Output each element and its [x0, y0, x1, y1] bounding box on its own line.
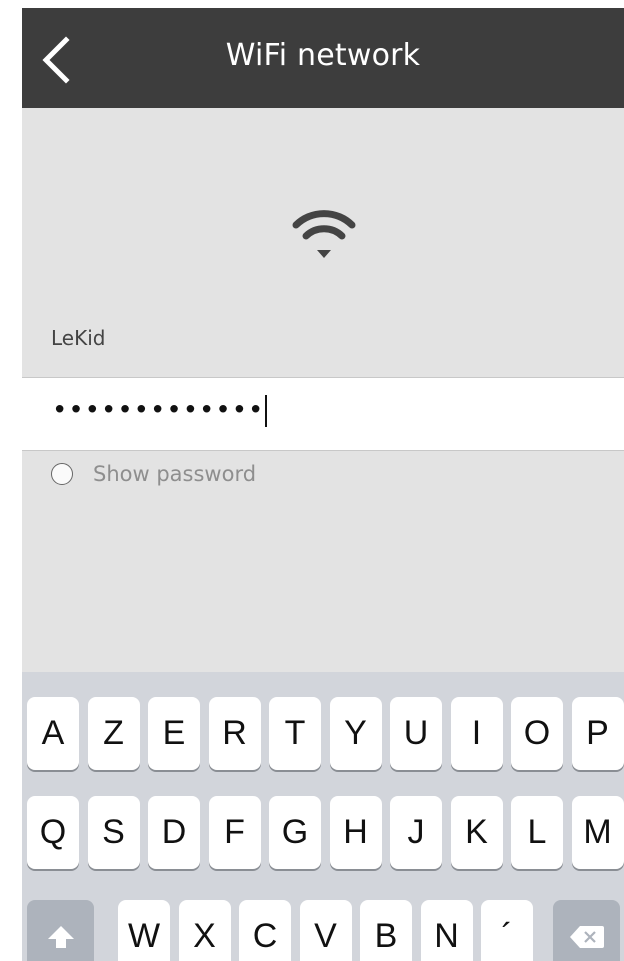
key-y[interactable]: Y — [329, 697, 382, 770]
key-b[interactable]: B — [360, 900, 412, 961]
password-input-row[interactable]: ••••••••••••• — [52, 395, 268, 427]
key-u[interactable]: U — [390, 697, 442, 770]
key-o[interactable]: O — [511, 697, 563, 770]
key-g[interactable]: G — [269, 796, 321, 869]
key-t[interactable]: T — [269, 697, 321, 770]
key-z[interactable]: Z — [87, 697, 140, 770]
nav-bar: WiFi network — [22, 8, 624, 108]
key-p[interactable]: P — [571, 697, 624, 770]
shift-arrow-icon — [47, 925, 74, 948]
password-value: ••••••••••••• — [52, 395, 265, 426]
key-m[interactable]: M — [571, 796, 624, 869]
key-j[interactable]: J — [390, 796, 442, 869]
key-n[interactable]: N — [420, 900, 473, 961]
key-q[interactable]: Q — [27, 796, 79, 869]
key-c[interactable]: C — [239, 900, 291, 961]
show-password-label: Show password — [93, 462, 257, 486]
key-v[interactable]: V — [299, 900, 352, 961]
network-name: LeKid — [51, 326, 106, 350]
password-field[interactable]: ••••••••••••• — [22, 377, 624, 451]
screen: WiFi network LeKid ••••••••••••• Show pa… — [22, 8, 624, 961]
key-s[interactable]: S — [87, 796, 140, 869]
key-w[interactable]: W — [118, 900, 170, 961]
key-k[interactable]: K — [450, 796, 503, 869]
show-password-radio[interactable] — [51, 463, 73, 485]
key-h[interactable]: H — [329, 796, 382, 869]
wifi-icon — [292, 210, 356, 258]
key-r[interactable]: R — [208, 697, 261, 770]
key-f[interactable]: F — [208, 796, 261, 869]
key-x[interactable]: X — [178, 900, 231, 961]
delete-key[interactable] — [553, 900, 620, 961]
key-a[interactable]: A — [27, 697, 79, 770]
key-l[interactable]: L — [511, 796, 563, 869]
text-caret — [265, 395, 268, 427]
shift-key[interactable] — [27, 900, 94, 961]
backspace-icon — [569, 925, 604, 948]
key-acute-accent[interactable]: ´ — [481, 900, 533, 961]
keyboard: A Z E R T Y U I O P Q S D F G H J K L M … — [22, 672, 624, 961]
key-e[interactable]: E — [148, 697, 200, 770]
key-i[interactable]: I — [450, 697, 503, 770]
page-title: WiFi network — [225, 38, 421, 73]
key-d[interactable]: D — [148, 796, 200, 869]
